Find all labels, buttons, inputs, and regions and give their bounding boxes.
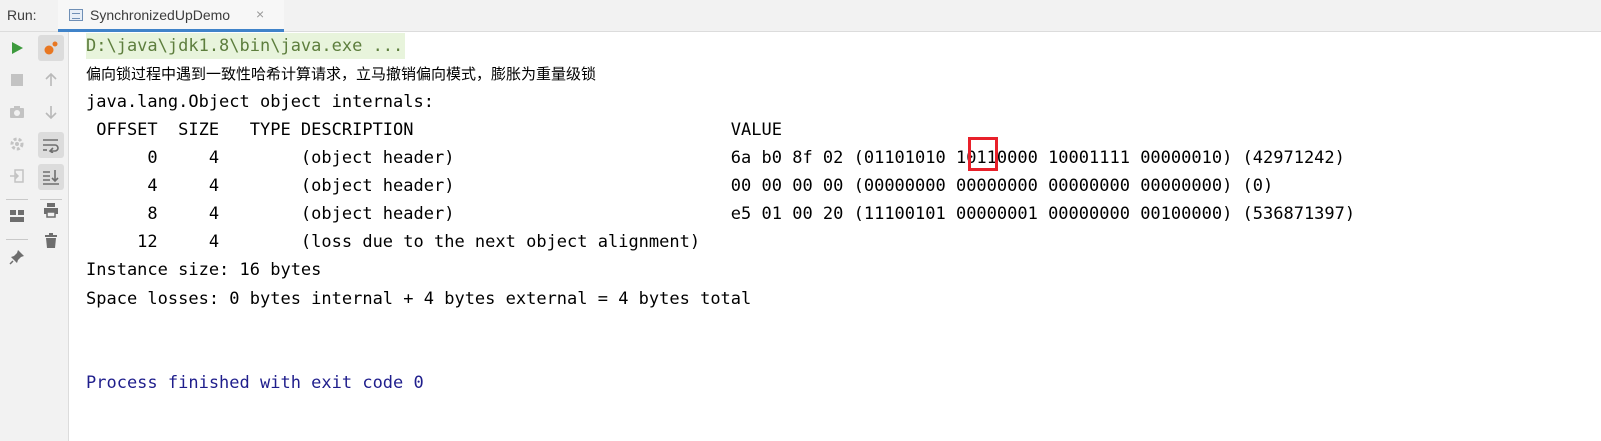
arrow-up-icon [45, 72, 57, 86]
exit-button[interactable] [4, 163, 30, 189]
instance-size-line: Instance size: 16 bytes [86, 260, 322, 280]
next-occurrence-button[interactable] [38, 99, 64, 125]
object-internals-header: java.lang.Object object internals: [86, 92, 434, 112]
debug-icon [44, 41, 58, 55]
console-tab-icon [69, 9, 83, 21]
layout-table-row: 8 4 (object header) e5 01 00 20 (1110010… [86, 204, 1356, 224]
run-icon [12, 42, 23, 54]
previous-occurrence-button[interactable] [38, 67, 64, 93]
clear-all-button[interactable] [38, 228, 64, 254]
gear-icon [10, 137, 24, 151]
layout-table-row: 4 4 (object header) 00 00 00 00 (0000000… [86, 176, 1274, 196]
space-losses-line: Space losses: 0 bytes internal + 4 bytes… [86, 289, 752, 309]
exit-icon [10, 169, 24, 183]
run-toolbar-secondary [34, 32, 69, 441]
debug-button[interactable] [38, 35, 64, 61]
command-line[interactable]: D:\java\jdk1.8\bin\java.exe ... [86, 33, 406, 59]
log-message: 偏向锁过程中遇到一致性哈希计算请求，立马撤销偏向模式，膨胀为重量级锁 [86, 65, 597, 83]
run-tool-window-header: Run: SynchronizedUpDemo × [0, 0, 1601, 32]
pin-tab-button[interactable] [4, 244, 30, 270]
tab-synchronized-up-demo[interactable]: SynchronizedUpDemo × [58, 0, 284, 32]
run-label: Run: [7, 7, 37, 23]
process-finished-line: Process finished with exit code 0 [86, 373, 424, 393]
print-button[interactable] [38, 197, 64, 223]
layout-button[interactable] [4, 203, 30, 229]
console-output[interactable]: D:\java\jdk1.8\bin\java.exe ... 偏向锁过程中遇到… [86, 32, 1601, 441]
dump-threads-button[interactable] [4, 99, 30, 125]
run-toolbar-primary [0, 32, 34, 441]
toolbar-separator [6, 199, 28, 200]
run-button[interactable] [4, 35, 30, 61]
close-icon[interactable]: × [256, 6, 264, 22]
scroll-to-end-button[interactable] [38, 164, 64, 190]
layout-table-row: 12 4 (loss due to the next object alignm… [86, 232, 701, 252]
layout-table-row: 0 4 (object header) 6a b0 8f 02 (0110101… [86, 148, 1345, 168]
stop-button[interactable] [4, 67, 30, 93]
layout-table-header: OFFSET SIZE TYPE DESCRIPTION VALUE [86, 120, 782, 140]
toolbar-separator [6, 239, 28, 240]
settings-button[interactable] [4, 131, 30, 157]
scroll-to-end-icon [43, 170, 59, 185]
tab-title: SynchronizedUpDemo [90, 7, 231, 23]
soft-wrap-icon [43, 139, 59, 153]
arrow-down-icon [45, 106, 57, 120]
pin-icon [9, 250, 24, 265]
layout-icon [10, 210, 24, 222]
lock-bits-highlight [968, 137, 998, 171]
trash-icon [45, 233, 57, 248]
stop-icon [11, 74, 23, 86]
soft-wrap-button[interactable] [38, 132, 64, 158]
camera-icon [10, 106, 24, 118]
print-icon [44, 203, 58, 218]
